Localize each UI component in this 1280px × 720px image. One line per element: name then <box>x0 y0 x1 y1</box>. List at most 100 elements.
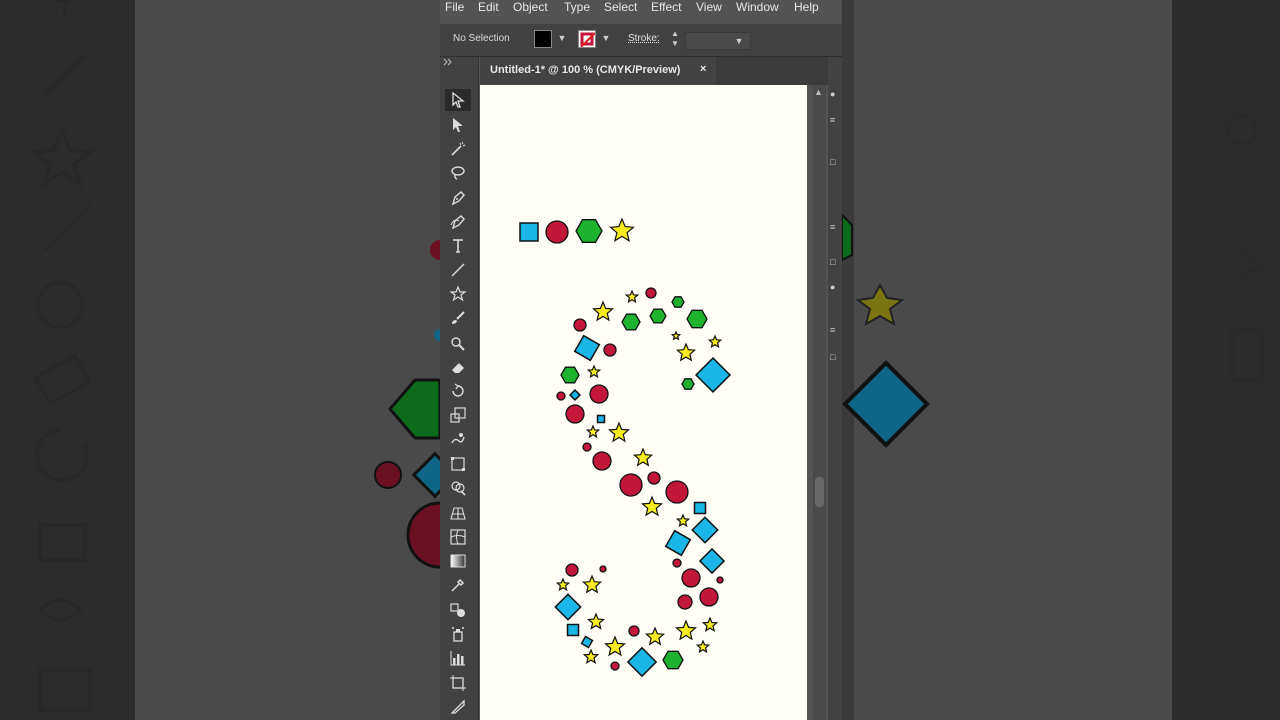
menu-window[interactable]: Window <box>736 0 779 17</box>
no-stroke-icon <box>580 32 595 47</box>
rotate-tool[interactable] <box>445 380 471 402</box>
canvas-area[interactable]: ▲ <box>480 85 826 720</box>
star-symbol <box>675 619 697 641</box>
selection-arrow-icon <box>452 91 465 108</box>
square-symbol <box>693 501 707 515</box>
collapse-panel-icon[interactable] <box>443 58 453 66</box>
slice-tool[interactable] <box>445 696 471 718</box>
blurred-artwork-left <box>28 0 440 712</box>
gradient-tool[interactable] <box>445 550 471 572</box>
stroke-swatch[interactable] <box>578 30 596 48</box>
column-graph-tool[interactable] <box>445 647 471 669</box>
perspective-grid-tool[interactable] <box>445 502 471 524</box>
pen-nib-icon <box>451 191 465 206</box>
document-tab[interactable]: Untitled-1* @ 100 % (CMYK/Preview) × <box>480 57 716 85</box>
mesh-tool[interactable] <box>445 526 471 548</box>
pen-tool[interactable] <box>445 187 471 209</box>
symbol-sprayer-icon <box>452 627 464 642</box>
symbol-sprayer-tool[interactable] <box>445 623 471 645</box>
scrollbar-thumb[interactable] <box>815 477 824 507</box>
artboard[interactable] <box>480 85 807 720</box>
direct-selection-tool[interactable] <box>445 114 471 136</box>
warp-icon <box>451 433 465 444</box>
menu-help[interactable]: Help <box>794 0 819 17</box>
chevron-down-icon[interactable]: ▼ <box>734 36 744 46</box>
hexagon-symbol <box>560 366 580 384</box>
square-symbol <box>573 334 601 362</box>
close-icon[interactable]: × <box>700 63 706 75</box>
warp-tool[interactable] <box>445 429 471 451</box>
tools-panel <box>440 57 479 720</box>
panel-icon[interactable]: ≡ <box>830 115 840 125</box>
panel-icon[interactable]: □ <box>830 157 840 167</box>
star-symbol <box>609 217 635 242</box>
menu-edit[interactable]: Edit <box>478 0 499 17</box>
artboard-tool[interactable] <box>445 672 471 694</box>
panel-icon[interactable]: ≡ <box>830 222 840 232</box>
free-transform-icon <box>451 457 465 471</box>
circle-symbol <box>716 576 724 584</box>
fill-dropdown-chevron-icon[interactable]: ▼ <box>557 33 567 43</box>
shape-builder-tool[interactable] <box>445 477 471 499</box>
square-symbol <box>566 623 580 637</box>
panel-icon[interactable]: ● <box>830 89 840 99</box>
illustrator-window: File Edit Object Type Select Effect View… <box>440 0 842 720</box>
menu-object[interactable]: Object <box>513 0 548 17</box>
menu-bar: File Edit Object Type Select Effect View… <box>440 0 842 17</box>
artboard-icon <box>450 675 466 691</box>
star-symbol <box>582 648 600 664</box>
column-graph-icon <box>450 651 465 666</box>
stroke-weight-field[interactable]: ▼ <box>685 32 751 50</box>
scale-tool[interactable] <box>445 404 471 426</box>
square-symbol <box>519 222 539 242</box>
menu-effect[interactable]: Effect <box>651 0 681 17</box>
panel-icon[interactable]: ≡ <box>830 325 840 335</box>
circle-symbol <box>592 451 612 471</box>
type-tool[interactable] <box>445 235 471 257</box>
circle-symbol <box>565 404 585 424</box>
menu-view[interactable]: View <box>696 0 722 17</box>
square-symbol <box>568 388 582 402</box>
magic-wand-tool[interactable] <box>445 138 471 160</box>
star-tool[interactable] <box>445 283 471 305</box>
panel-icon[interactable]: □ <box>830 352 840 362</box>
stroke-dropdown-chevron-icon[interactable]: ▼ <box>601 33 611 43</box>
mesh-icon <box>450 529 466 545</box>
shape-builder-icon <box>451 481 466 496</box>
star-symbol <box>608 421 630 443</box>
eraser-tool[interactable] <box>445 356 471 378</box>
line-segment-tool[interactable] <box>445 259 471 281</box>
lasso-tool[interactable] <box>445 162 471 184</box>
circle-symbol <box>699 587 719 607</box>
panel-icon[interactable]: □ <box>830 257 840 267</box>
artwork <box>519 217 732 678</box>
curvature-tool[interactable] <box>445 211 471 233</box>
selection-tool[interactable] <box>445 89 471 111</box>
star-symbol <box>695 639 711 654</box>
menu-select[interactable]: Select <box>604 0 637 17</box>
circle-symbol <box>589 384 609 404</box>
menu-file[interactable]: File <box>445 0 464 17</box>
circle-symbol <box>610 661 620 671</box>
blend-tool[interactable] <box>445 599 471 621</box>
scroll-up-icon[interactable]: ▲ <box>814 87 823 97</box>
square-symbol <box>596 414 606 424</box>
hexagon-symbol <box>621 313 641 331</box>
menu-type[interactable]: Type <box>564 0 590 17</box>
circle-symbol <box>628 625 640 637</box>
document-tab-bar: Untitled-1* @ 100 % (CMYK/Preview) × <box>480 57 842 85</box>
star-symbol <box>604 635 626 657</box>
paintbrush-tool[interactable] <box>445 307 471 329</box>
hexagon-symbol <box>662 650 684 670</box>
shaper-tool[interactable] <box>445 332 471 354</box>
star-symbol <box>670 330 682 341</box>
eyedropper-tool[interactable] <box>445 574 471 596</box>
panel-icon[interactable]: ● <box>830 282 840 292</box>
stroke-weight-stepper[interactable]: ▲ ▼ <box>669 29 681 49</box>
stroke-label[interactable]: Stroke: <box>628 33 660 44</box>
fill-swatch[interactable] <box>534 30 552 48</box>
circle-symbol <box>677 594 693 610</box>
blend-icon <box>450 603 465 617</box>
vertical-scrollbar[interactable]: ▲ <box>813 85 826 720</box>
free-transform-tool[interactable] <box>445 453 471 475</box>
